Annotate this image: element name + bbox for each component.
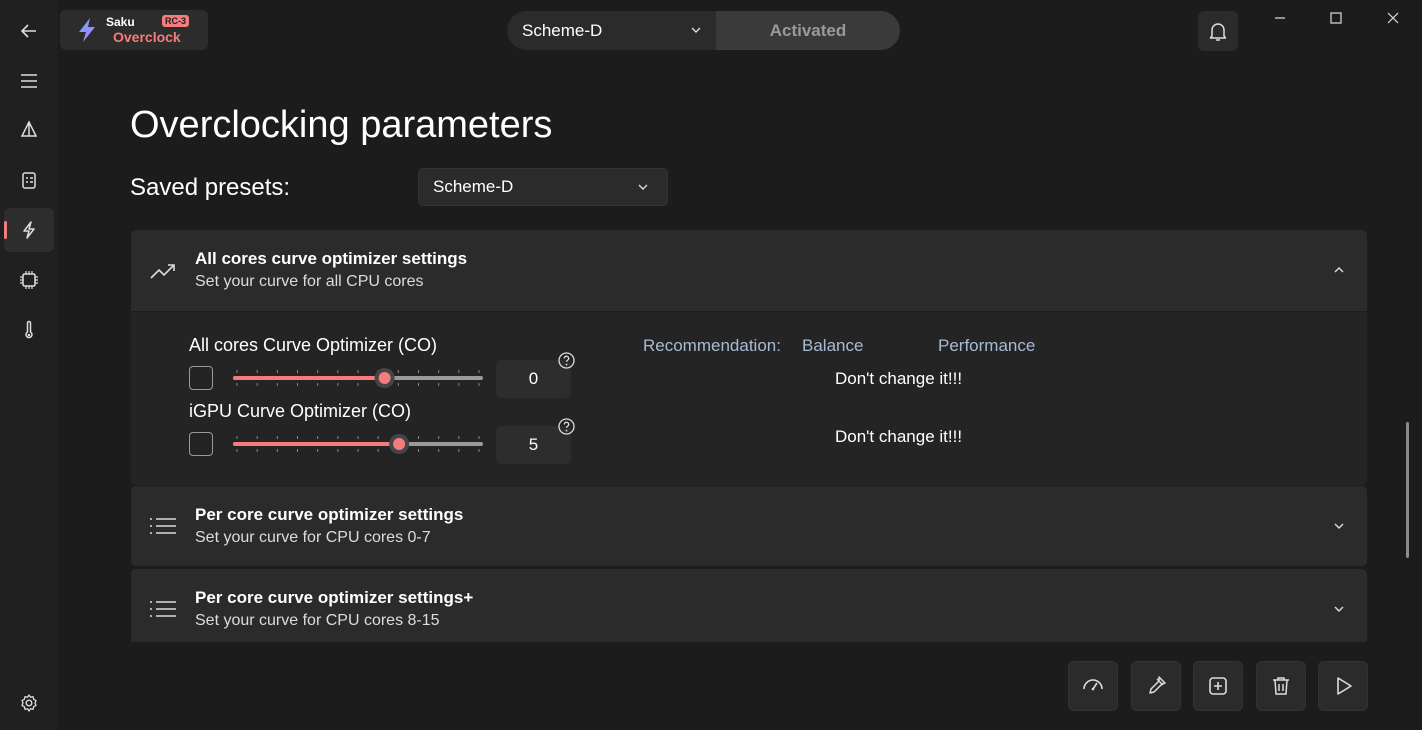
slider-thumb-center <box>378 372 391 384</box>
chevron-down-icon <box>691 27 701 33</box>
chevron-down-icon <box>1334 606 1344 612</box>
minimize-button[interactable] <box>1265 6 1295 30</box>
thermometer-icon <box>25 320 33 339</box>
play-icon <box>1337 677 1352 695</box>
app-logo: Saku Overclock RC-3 <box>60 10 208 50</box>
clipboard-icon <box>22 172 36 189</box>
card-title: All cores curve optimizer settings <box>195 249 468 268</box>
sidebar-item-overclock[interactable] <box>4 208 54 252</box>
hamburger-icon <box>21 74 37 88</box>
card-subtitle: Set your curve for CPU cores 0-7 <box>195 529 431 546</box>
card-per-core-plus: Per core curve optimizer settings+ Set y… <box>131 569 1367 642</box>
sail-icon <box>20 120 38 137</box>
slider-thumb-center <box>393 438 406 450</box>
bolt-icon <box>23 221 35 239</box>
menu-button[interactable] <box>4 59 54 103</box>
trash-icon <box>1273 677 1289 695</box>
card-per-core: Per core curve optimizer settings Set yo… <box>131 486 1367 566</box>
version-badge: RC-3 <box>162 15 190 27</box>
scheme-switcher: Scheme-D Activated <box>507 11 900 50</box>
page-title: Overclocking parameters <box>130 104 553 146</box>
sidebar-item-info[interactable] <box>4 158 54 202</box>
scrollbar-thumb[interactable] <box>1406 422 1409 558</box>
maximize-button[interactable] <box>1321 6 1351 30</box>
edit-preset-button[interactable] <box>1131 661 1181 711</box>
igpu-co-note: Don't change it!!! <box>835 427 963 446</box>
apply-button[interactable] <box>1318 661 1368 711</box>
igpu-co-slider[interactable] <box>233 433 483 455</box>
bolt-logo-icon <box>79 18 95 42</box>
card-per-core-plus-header[interactable]: Per core curve optimizer settings+ Set y… <box>131 569 1367 649</box>
minimize-icon <box>1275 17 1285 19</box>
chevron-up-icon <box>1334 267 1344 273</box>
notifications-button[interactable] <box>1198 11 1238 51</box>
delete-preset-button[interactable] <box>1256 661 1306 711</box>
active-indicator <box>4 221 7 239</box>
close-button[interactable] <box>1378 6 1408 30</box>
back-button[interactable] <box>4 9 54 53</box>
card-all-cores-header[interactable]: All cores curve optimizer settings Set y… <box>131 230 1367 310</box>
saved-presets-label: Saved presets: <box>130 174 291 201</box>
card-per-core-header[interactable]: Per core curve optimizer settings Set yo… <box>131 486 1367 566</box>
chevron-down-icon <box>638 184 648 190</box>
help-icon[interactable] <box>558 418 575 435</box>
recommendation-label: Recommendation: <box>643 336 781 355</box>
igpu-co-checkbox[interactable] <box>189 432 213 456</box>
logo-text-overclock: Overclock <box>113 29 181 45</box>
sidebar-item-settings[interactable] <box>4 681 54 725</box>
recommendation-balance: Balance <box>802 336 864 355</box>
sidebar-item-performance[interactable] <box>4 108 54 152</box>
scheme-dropdown-value: Scheme-D <box>522 20 603 40</box>
back-arrow-icon <box>20 24 36 38</box>
gear-icon <box>21 694 37 712</box>
sidebar <box>0 0 58 730</box>
scheme-dropdown[interactable]: Scheme-D <box>507 11 716 50</box>
list-icon <box>150 518 176 534</box>
preset-dropdown-value: Scheme-D <box>433 177 514 196</box>
recommendation-performance: Performance <box>938 336 1036 355</box>
close-icon <box>1387 12 1399 24</box>
chevron-down-icon <box>1334 523 1344 529</box>
logo-text-saku: Saku <box>106 15 135 29</box>
card-title: Per core curve optimizer settings+ <box>195 588 474 607</box>
eyedropper-icon <box>1149 676 1166 694</box>
gauge-icon <box>1083 679 1103 691</box>
all-cores-co-label: All cores Curve Optimizer (CO) <box>189 335 438 355</box>
add-preset-icon <box>1209 677 1227 695</box>
chart-trend-icon <box>150 264 175 279</box>
card-title: Per core curve optimizer settings <box>195 505 464 524</box>
card-subtitle: Set your curve for CPU cores 8-15 <box>195 612 440 629</box>
help-icon[interactable] <box>558 352 575 369</box>
all-cores-co-slider[interactable] <box>233 367 483 389</box>
preset-dropdown[interactable]: Scheme-D <box>418 168 668 206</box>
list-icon <box>150 601 176 617</box>
activated-button[interactable]: Activated <box>716 11 900 50</box>
sidebar-item-cpu[interactable] <box>4 258 54 302</box>
maximize-icon <box>1330 12 1342 24</box>
apply-smu-button[interactable] <box>1068 661 1118 711</box>
add-preset-button[interactable] <box>1193 661 1243 711</box>
all-cores-co-note: Don't change it!!! <box>835 369 963 388</box>
sidebar-item-temperature[interactable] <box>4 308 54 352</box>
bell-icon <box>1209 23 1227 41</box>
all-cores-co-checkbox[interactable] <box>189 366 213 390</box>
card-subtitle: Set your curve for all CPU cores <box>195 273 424 290</box>
chip-icon <box>20 271 38 289</box>
igpu-co-label: iGPU Curve Optimizer (CO) <box>189 401 412 421</box>
